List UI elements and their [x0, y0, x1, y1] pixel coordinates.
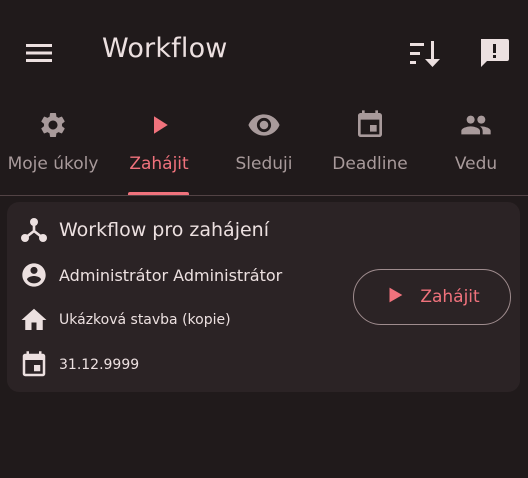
tab-label: Zahájit: [129, 154, 189, 174]
tab-moje-ukoly[interactable]: Moje úkoly: [0, 98, 106, 196]
tab-label: Vedu: [454, 154, 498, 174]
eye-icon: [247, 108, 281, 142]
calendar-icon: [353, 108, 387, 142]
play-icon: [142, 108, 176, 142]
play-icon: [384, 284, 406, 310]
user-name: Administrátor Administrátor: [59, 265, 283, 285]
workflow-name-row: Workflow pro zahájení: [19, 215, 269, 245]
page-title: Workflow: [102, 33, 228, 64]
sort-icon[interactable]: [408, 38, 442, 70]
home-icon: [19, 305, 49, 335]
active-tab-indicator: [128, 192, 189, 195]
gear-icon: [36, 108, 70, 142]
tab-bar: Moje úkoly Zahájit Sleduji Deadline Vedu: [0, 98, 528, 196]
event-calendar-icon: [19, 350, 49, 380]
project-row: Ukázková stavba (kopie): [19, 305, 231, 335]
start-button-label: Zahájit: [420, 287, 480, 307]
user-row: Administrátor Administrátor: [19, 260, 282, 290]
account-circle-icon: [19, 260, 49, 290]
feedback-icon[interactable]: [476, 36, 512, 70]
date-value: 31.12.9999: [59, 357, 140, 373]
workflow-hub-icon: [19, 215, 49, 245]
app-bar: Workflow: [0, 0, 528, 104]
workflow-name: Workflow pro zahájení: [59, 219, 269, 241]
tab-vedu[interactable]: Vedu: [424, 98, 528, 196]
start-workflow-button[interactable]: Zahájit: [353, 269, 511, 325]
tab-sleduji[interactable]: Sleduji: [212, 98, 316, 196]
date-row: 31.12.9999: [19, 350, 139, 380]
tab-label: Deadline: [332, 154, 408, 174]
tab-label: Moje úkoly: [7, 154, 99, 174]
tab-deadline[interactable]: Deadline: [316, 98, 424, 196]
tab-zahajit[interactable]: Zahájit: [106, 98, 212, 196]
workflow-card[interactable]: Workflow pro zahájení Administrátor Admi…: [7, 202, 520, 392]
tab-label: Sleduji: [235, 154, 293, 174]
menu-icon[interactable]: [24, 38, 54, 68]
people-icon: [459, 108, 493, 142]
project-name: Ukázková stavba (kopie): [59, 312, 231, 328]
